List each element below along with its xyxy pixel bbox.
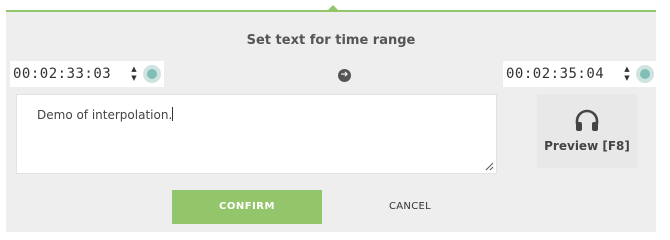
end-time-field[interactable]: 00:02:35:04 ▲ ▼ <box>503 61 657 87</box>
preview-button[interactable]: Preview [F8] <box>537 94 637 168</box>
cancel-button[interactable]: CANCEL <box>370 190 450 224</box>
spin-up-icon[interactable]: ▲ <box>624 65 629 74</box>
dialog-title: Set text for time range <box>246 33 416 48</box>
end-time-stepper[interactable]: ▲ ▼ <box>622 65 632 83</box>
spin-down-icon[interactable]: ▼ <box>131 74 136 83</box>
spin-down-icon[interactable]: ▼ <box>624 74 629 83</box>
arrow-right-icon: ➔ <box>338 69 351 82</box>
text-cursor <box>172 107 174 121</box>
end-keyframe-marker-icon[interactable] <box>636 65 654 83</box>
spin-up-icon[interactable]: ▲ <box>131 65 136 74</box>
subtitle-text-input[interactable]: Demo of interpolation. <box>16 94 497 174</box>
start-time-field[interactable]: 00:02:33:03 ▲ ▼ <box>10 61 164 87</box>
start-keyframe-marker-icon[interactable] <box>143 65 161 83</box>
confirm-button[interactable]: CONFIRM <box>172 190 322 224</box>
resize-grip-icon[interactable] <box>485 162 494 171</box>
end-time-value[interactable]: 00:02:35:04 <box>503 66 621 82</box>
dialog-pointer-caret <box>327 5 339 11</box>
preview-label: Preview [F8] <box>544 139 630 153</box>
subtitle-text-value: Demo of interpolation. <box>37 108 173 122</box>
start-time-stepper[interactable]: ▲ ▼ <box>129 65 139 83</box>
start-time-value[interactable]: 00:02:33:03 <box>10 66 128 82</box>
headphones-icon <box>575 109 599 131</box>
